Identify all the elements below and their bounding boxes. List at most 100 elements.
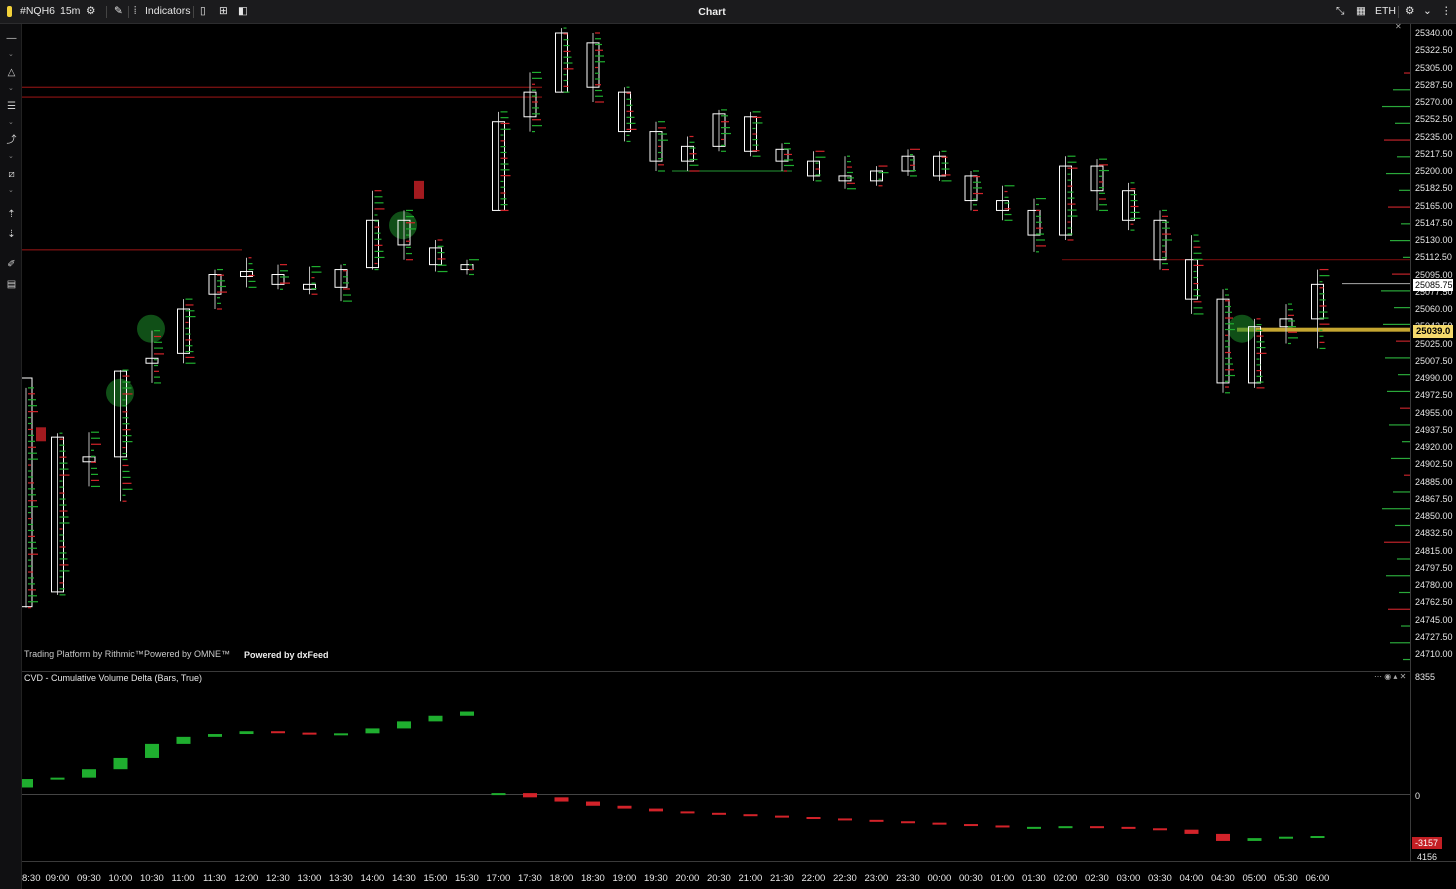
session-selector[interactable]: ETH bbox=[1375, 5, 1396, 17]
footprint-tick bbox=[1225, 294, 1229, 296]
footprint-tick bbox=[1193, 252, 1202, 254]
candle[interactable] bbox=[996, 185, 1015, 221]
footprint-tick bbox=[1256, 358, 1260, 360]
candle[interactable] bbox=[838, 155, 856, 190]
candle[interactable] bbox=[271, 264, 290, 290]
footprint-tick bbox=[311, 271, 322, 273]
candle[interactable] bbox=[1279, 303, 1298, 345]
chevron-down-icon[interactable]: ⌄ bbox=[8, 119, 14, 126]
candle[interactable] bbox=[523, 71, 542, 133]
chevron-down-icon[interactable]: ⌄ bbox=[8, 153, 14, 160]
time-tick-label: 00:30 bbox=[959, 873, 983, 884]
candle[interactable] bbox=[303, 266, 322, 295]
footprint-tick bbox=[1067, 197, 1075, 199]
price-tick-label: 25270.00 bbox=[1415, 97, 1453, 107]
more-options-icon[interactable]: ⋮ bbox=[1441, 5, 1452, 17]
curve-tool-icon[interactable]: ⤴ bbox=[5, 134, 18, 147]
footprint-tick bbox=[1319, 323, 1330, 325]
chevron-down-icon[interactable]: ⌄ bbox=[8, 85, 14, 92]
price-level-line bbox=[22, 86, 542, 88]
close-pane-icon[interactable]: ✕ bbox=[1395, 22, 1402, 31]
long-position-icon[interactable]: ⇡ bbox=[5, 208, 18, 221]
candle[interactable] bbox=[681, 135, 700, 172]
candle[interactable] bbox=[1153, 209, 1172, 271]
candle[interactable] bbox=[429, 239, 448, 273]
candle[interactable] bbox=[22, 377, 38, 609]
line-tool-icon[interactable]: — bbox=[5, 32, 18, 45]
object-list-icon[interactable]: ▤ bbox=[5, 278, 18, 291]
cvd-scale[interactable] bbox=[1410, 671, 1456, 861]
time-tick-label: 11:00 bbox=[171, 873, 195, 884]
settings-gear-icon[interactable]: ⚙ bbox=[1405, 5, 1414, 17]
shape-tool-icon[interactable]: △ bbox=[5, 66, 18, 79]
candle[interactable] bbox=[1185, 234, 1204, 315]
candle[interactable] bbox=[1216, 288, 1235, 394]
candle[interactable] bbox=[744, 111, 763, 157]
time-tick-label: 17:00 bbox=[486, 873, 511, 884]
candle[interactable] bbox=[618, 86, 637, 143]
candle[interactable] bbox=[177, 298, 196, 364]
price-chart[interactable] bbox=[22, 24, 1414, 671]
footprint-tick bbox=[1162, 239, 1172, 241]
footprint-tick bbox=[28, 482, 34, 484]
brush-icon[interactable]: ✐ bbox=[5, 258, 18, 271]
ruler-icon[interactable]: ⧄ bbox=[5, 168, 18, 181]
candle[interactable] bbox=[208, 268, 227, 310]
candle[interactable] bbox=[334, 264, 352, 302]
footprint-tick bbox=[28, 488, 35, 490]
collapse-icon[interactable]: ⤡ bbox=[1336, 5, 1344, 18]
price-tick-label: 24762.50 bbox=[1415, 597, 1453, 608]
candle[interactable] bbox=[712, 109, 731, 152]
candle[interactable] bbox=[240, 257, 257, 288]
footprint-tick bbox=[1256, 341, 1265, 343]
footprint-tick bbox=[721, 115, 728, 117]
price-tick-label: 25112.50 bbox=[1415, 252, 1452, 263]
candle[interactable] bbox=[51, 432, 70, 596]
candle[interactable] bbox=[807, 150, 826, 182]
candle[interactable] bbox=[870, 165, 889, 187]
footprint-tick bbox=[1193, 246, 1201, 248]
short-position-icon[interactable]: ⇣ bbox=[5, 228, 18, 241]
candle[interactable] bbox=[933, 150, 952, 182]
candle[interactable] bbox=[1090, 158, 1109, 212]
price-level-line bbox=[22, 249, 242, 251]
candle[interactable] bbox=[555, 27, 574, 93]
candle[interactable] bbox=[775, 142, 794, 172]
candle[interactable] bbox=[1311, 268, 1330, 350]
footprint-tick bbox=[28, 500, 37, 502]
chevron-down-icon[interactable]: ⌄ bbox=[8, 187, 14, 194]
footprint-tick bbox=[122, 417, 129, 419]
footprint-tick bbox=[1288, 309, 1293, 311]
candle[interactable] bbox=[586, 32, 605, 103]
footprint-tick bbox=[374, 220, 379, 222]
chevron-down-icon[interactable]: ⌄ bbox=[8, 51, 14, 58]
footprint-tick bbox=[374, 226, 380, 228]
candle[interactable] bbox=[964, 170, 983, 212]
candle[interactable] bbox=[82, 431, 101, 488]
candle[interactable] bbox=[1027, 198, 1046, 253]
candle[interactable] bbox=[492, 111, 511, 212]
cvd-bar bbox=[964, 824, 978, 827]
footprint-tick bbox=[815, 180, 822, 182]
cvd-scale-top: 8355 bbox=[1415, 672, 1436, 682]
footprint-tick bbox=[1162, 245, 1165, 247]
chevron-down-icon[interactable]: ⌄ bbox=[1423, 5, 1432, 17]
footprint-tick bbox=[374, 256, 385, 259]
candle[interactable] bbox=[1059, 155, 1078, 241]
volume-profile-bar bbox=[1397, 156, 1410, 158]
candle[interactable] bbox=[1122, 182, 1141, 231]
footprint-tick bbox=[343, 288, 350, 290]
footprint-tick bbox=[122, 369, 129, 371]
footprint-tick bbox=[815, 174, 821, 176]
footprint-tick bbox=[59, 570, 70, 572]
candle[interactable] bbox=[901, 148, 920, 177]
footprint-tick bbox=[280, 264, 287, 266]
fib-tool-icon[interactable]: ☰ bbox=[5, 100, 18, 113]
calendar-icon[interactable]: ▦ bbox=[1356, 5, 1366, 17]
candle[interactable] bbox=[460, 259, 479, 276]
footprint-tick bbox=[406, 252, 412, 255]
candle[interactable] bbox=[649, 121, 668, 172]
footprint-tick bbox=[1319, 268, 1329, 271]
volume-profile-bar bbox=[1385, 357, 1410, 359]
candle[interactable] bbox=[366, 190, 385, 271]
